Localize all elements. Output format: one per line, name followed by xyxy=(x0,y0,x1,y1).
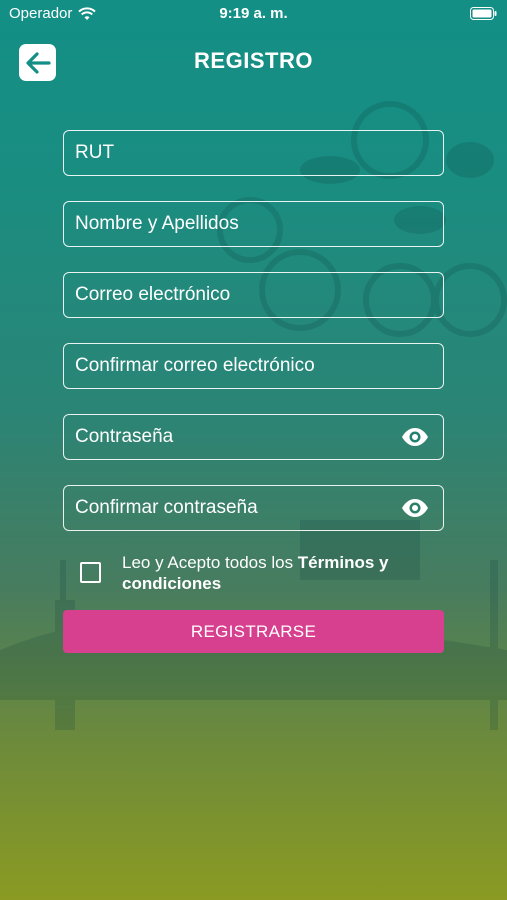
confirm-email-field[interactable]: Confirmar correo electrónico xyxy=(63,343,444,389)
register-button[interactable]: REGISTRARSE xyxy=(63,610,444,653)
status-bar: Operador 9:19 a. m. xyxy=(0,0,507,28)
name-placeholder: Nombre y Apellidos xyxy=(75,213,239,234)
rut-field[interactable]: RUT xyxy=(63,130,444,176)
confirm-password-field[interactable]: Confirmar contraseña xyxy=(63,485,444,531)
battery-icon xyxy=(470,7,497,24)
page-title: REGISTRO xyxy=(194,48,313,73)
eye-icon[interactable] xyxy=(401,498,429,518)
terms-text: Leo y Acepto todos los Términos y condic… xyxy=(122,552,422,594)
password-field[interactable]: Contraseña xyxy=(63,414,444,460)
email-placeholder: Correo electrónico xyxy=(75,284,231,305)
status-time: 9:19 a. m. xyxy=(219,5,288,22)
confirm-password-placeholder: Confirmar contraseña xyxy=(75,497,258,518)
terms-row: Leo y Acepto todos los Términos y condic… xyxy=(80,552,460,596)
rut-placeholder: RUT xyxy=(75,142,115,163)
password-placeholder: Contraseña xyxy=(75,426,174,447)
terms-checkbox[interactable] xyxy=(80,562,101,583)
terms-prefix: Leo y Acepto todos los xyxy=(122,553,298,572)
confirm-email-placeholder: Confirmar correo electrónico xyxy=(75,355,315,376)
name-field[interactable]: Nombre y Apellidos xyxy=(63,201,444,247)
email-field[interactable]: Correo electrónico xyxy=(63,272,444,318)
eye-icon[interactable] xyxy=(401,427,429,447)
